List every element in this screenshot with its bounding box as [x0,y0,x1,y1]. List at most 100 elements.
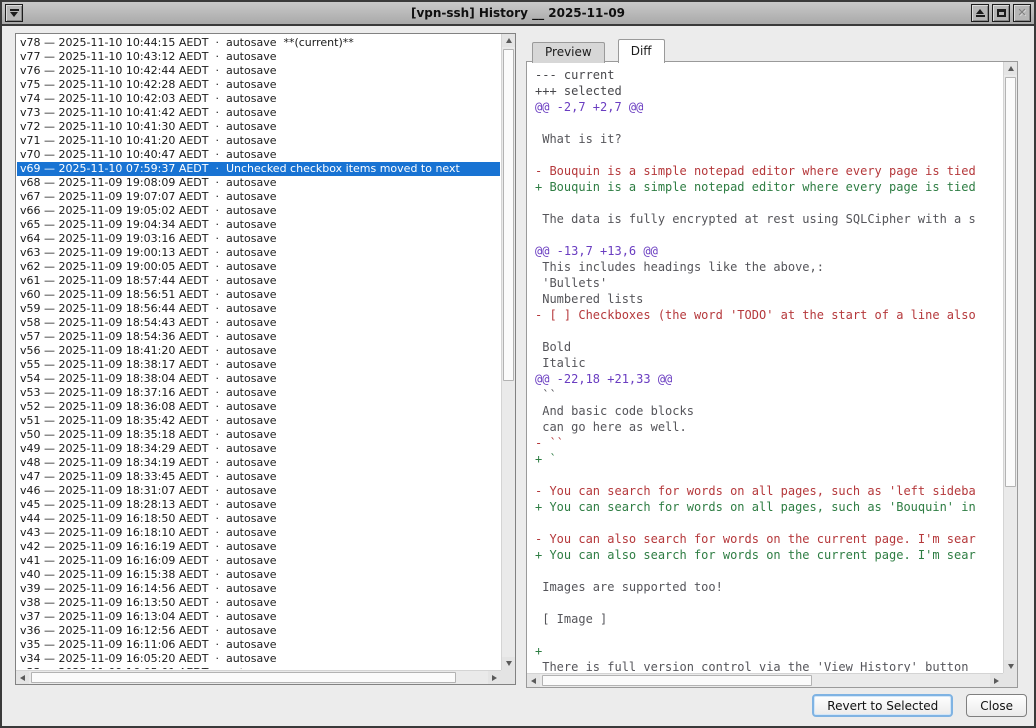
revert-to-selected-button[interactable]: Revert to Selected [812,694,953,717]
list-item[interactable]: v60 — 2025-11-09 18:56:51 AEDT · autosav… [17,288,500,302]
list-item[interactable]: v75 — 2025-11-10 10:42:28 AEDT · autosav… [17,78,500,92]
diff-line [535,227,1002,243]
diff-line [535,323,1002,339]
list-item[interactable]: v46 — 2025-11-09 18:31:07 AEDT · autosav… [17,484,500,498]
diff-vertical-scrollbar[interactable] [1003,62,1017,673]
list-horizontal-scrollbar[interactable] [16,670,501,684]
diff-line [535,563,1002,579]
list-item[interactable]: v71 — 2025-11-10 10:41:20 AEDT · autosav… [17,134,500,148]
window-menu-button[interactable] [5,4,23,22]
diff-line: can go here as well. [535,419,1002,435]
diff-hscroll-thumb[interactable] [542,675,812,686]
diff-horizontal-scrollbar[interactable] [527,673,1003,687]
scroll-up-arrow[interactable] [502,34,515,47]
list-item[interactable]: v78 — 2025-11-10 10:44:15 AEDT · autosav… [17,36,500,50]
scroll-left-arrow[interactable] [16,671,29,684]
list-item[interactable]: v68 — 2025-11-09 19:08:09 AEDT · autosav… [17,176,500,190]
list-vertical-scrollbar[interactable] [501,34,515,670]
tab-diff[interactable]: Diff [618,39,665,63]
tab-preview[interactable]: Preview [532,42,605,63]
list-item[interactable]: v73 — 2025-11-10 10:41:42 AEDT · autosav… [17,106,500,120]
titlebar[interactable]: [vpn-ssh] History __ 2025-11-09 ✕ [2,2,1034,26]
list-item[interactable]: v42 — 2025-11-09 16:16:19 AEDT · autosav… [17,540,500,554]
diff-line: This includes headings like the above,: [535,259,1002,275]
list-hscroll-thumb[interactable] [31,672,456,683]
list-item[interactable]: v61 — 2025-11-09 18:57:44 AEDT · autosav… [17,274,500,288]
list-item[interactable]: v63 — 2025-11-09 19:00:13 AEDT · autosav… [17,246,500,260]
scrollbar-corner [1003,673,1017,687]
maximize-button[interactable] [992,4,1010,22]
list-item[interactable]: v45 — 2025-11-09 18:28:13 AEDT · autosav… [17,498,500,512]
list-item[interactable]: v53 — 2025-11-09 18:37:16 AEDT · autosav… [17,386,500,400]
diff-line: - `` [535,435,1002,451]
scroll-down-arrow[interactable] [1004,660,1017,673]
list-item[interactable]: v34 — 2025-11-09 16:05:20 AEDT · autosav… [17,652,500,666]
list-item[interactable]: v51 — 2025-11-09 18:35:42 AEDT · autosav… [17,414,500,428]
list-item[interactable]: v76 — 2025-11-10 10:42:44 AEDT · autosav… [17,64,500,78]
diff-line: Bold [535,339,1002,355]
diff-line: @@ -2,7 +2,7 @@ [535,99,1002,115]
list-item[interactable]: v50 — 2025-11-09 18:35:18 AEDT · autosav… [17,428,500,442]
window-menu-icon [10,9,19,11]
shade-button[interactable] [971,4,989,22]
list-item[interactable]: v64 — 2025-11-09 19:03:16 AEDT · autosav… [17,232,500,246]
diff-line: @@ -13,7 +13,6 @@ [535,243,1002,259]
list-vscroll-thumb[interactable] [503,49,514,381]
scroll-right-arrow[interactable] [990,674,1003,687]
list-item[interactable]: v41 — 2025-11-09 16:16:09 AEDT · autosav… [17,554,500,568]
diff-line: There is full version control via the 'V… [535,659,1002,672]
scroll-down-arrow[interactable] [502,657,515,670]
diff-line: - You can search for words on all pages,… [535,483,1002,499]
list-item[interactable]: v35 — 2025-11-09 16:11:06 AEDT · autosav… [17,638,500,652]
list-item[interactable]: v62 — 2025-11-09 19:00:05 AEDT · autosav… [17,260,500,274]
diff-line [535,115,1002,131]
list-item[interactable]: v55 — 2025-11-09 18:38:17 AEDT · autosav… [17,358,500,372]
list-item[interactable]: v38 — 2025-11-09 16:13:50 AEDT · autosav… [17,596,500,610]
list-item[interactable]: v54 — 2025-11-09 18:38:04 AEDT · autosav… [17,372,500,386]
list-item[interactable]: v65 — 2025-11-09 19:04:34 AEDT · autosav… [17,218,500,232]
list-item[interactable]: v77 — 2025-11-10 10:43:12 AEDT · autosav… [17,50,500,64]
close-button[interactable]: Close [966,694,1027,717]
diff-line: - Bouquin is a simple notepad editor whe… [535,163,1002,179]
list-item[interactable]: v59 — 2025-11-09 18:56:44 AEDT · autosav… [17,302,500,316]
list-item[interactable]: v49 — 2025-11-09 18:34:29 AEDT · autosav… [17,442,500,456]
list-item[interactable]: v56 — 2025-11-09 18:41:20 AEDT · autosav… [17,344,500,358]
list-item[interactable]: v67 — 2025-11-09 19:07:07 AEDT · autosav… [17,190,500,204]
list-item[interactable]: v70 — 2025-11-10 10:40:47 AEDT · autosav… [17,148,500,162]
list-item[interactable]: v74 — 2025-11-10 10:42:03 AEDT · autosav… [17,92,500,106]
history-listbox: v78 — 2025-11-10 10:44:15 AEDT · autosav… [15,33,516,685]
arrow-left-icon [20,675,25,681]
list-item[interactable]: v43 — 2025-11-09 16:18:10 AEDT · autosav… [17,526,500,540]
list-item[interactable]: v69 — 2025-11-10 07:59:37 AEDT · Uncheck… [17,162,500,176]
scroll-right-arrow[interactable] [488,671,501,684]
window-title: [vpn-ssh] History __ 2025-11-09 [2,6,1034,20]
list-item[interactable]: v66 — 2025-11-09 19:05:02 AEDT · autosav… [17,204,500,218]
diff-line [535,147,1002,163]
list-item[interactable]: v58 — 2025-11-09 18:54:43 AEDT · autosav… [17,316,500,330]
arrow-up-icon [1008,66,1014,71]
list-item[interactable]: v39 — 2025-11-09 16:14:56 AEDT · autosav… [17,582,500,596]
diff-line: The data is fully encrypted at rest usin… [535,211,1002,227]
list-item[interactable]: v33 — 2025-11-09 16:05:01 AEDT · autosav… [17,666,500,669]
diff-line: [ Image ] [535,611,1002,627]
list-item[interactable]: v44 — 2025-11-09 16:18:50 AEDT · autosav… [17,512,500,526]
list-item[interactable]: v52 — 2025-11-09 18:36:08 AEDT · autosav… [17,400,500,414]
list-item[interactable]: v57 — 2025-11-09 18:54:36 AEDT · autosav… [17,330,500,344]
arrow-right-icon [492,675,497,681]
diff-line: - You can also search for words on the c… [535,531,1002,547]
list-item[interactable]: v37 — 2025-11-09 16:13:04 AEDT · autosav… [17,610,500,624]
arrow-down-icon [1008,664,1014,669]
maximize-icon [997,9,1006,17]
list-item[interactable]: v47 — 2025-11-09 18:33:45 AEDT · autosav… [17,470,500,484]
scroll-up-arrow[interactable] [1004,62,1017,75]
close-window-button[interactable]: ✕ [1013,4,1031,22]
list-item[interactable]: v48 — 2025-11-09 18:34:19 AEDT · autosav… [17,456,500,470]
scroll-left-arrow[interactable] [527,674,540,687]
diff-line: --- current [535,67,1002,83]
scrollbar-corner [501,670,515,684]
list-item[interactable]: v36 — 2025-11-09 16:12:56 AEDT · autosav… [17,624,500,638]
diff-vscroll-thumb[interactable] [1005,77,1016,487]
list-item[interactable]: v40 — 2025-11-09 16:15:38 AEDT · autosav… [17,568,500,582]
diff-text: --- current+++ selected@@ -2,7 +2,7 @@ W… [528,62,1002,672]
list-item[interactable]: v72 — 2025-11-10 10:41:30 AEDT · autosav… [17,120,500,134]
